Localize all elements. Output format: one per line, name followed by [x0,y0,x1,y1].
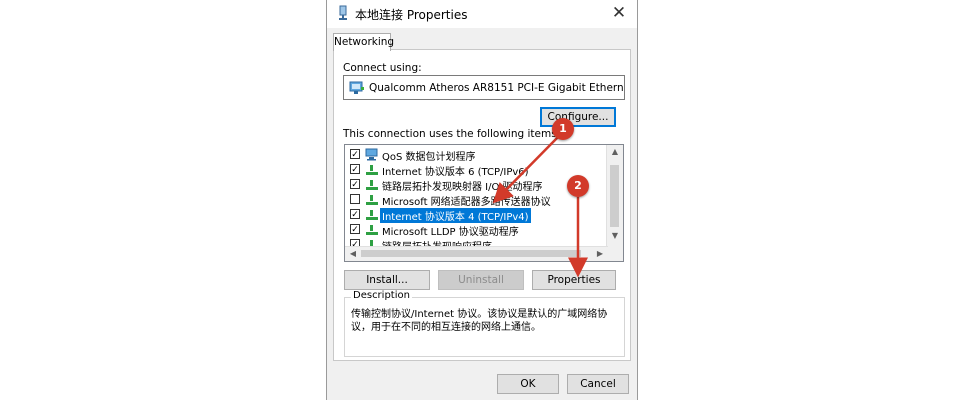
scroll-right-icon[interactable]: ▶ [592,249,608,258]
list-item-selected[interactable]: ✓ Internet 协议版本 4 (TCP/IPv4) [345,207,607,223]
annotation-badge-1: 1 [552,118,574,140]
networking-tab-panel: Connect using: Qualcomm Atheros AR8151 P… [333,49,631,361]
properties-button[interactable]: Properties [532,270,616,290]
vertical-scroll-thumb[interactable] [610,165,619,227]
list-item[interactable]: Microsoft 网络适配器多路传送器协议 [345,192,607,208]
protocol-icon [366,195,378,205]
items-label: This connection uses the following items… [343,128,561,140]
horizontal-scrollbar[interactable]: ◀ ▶ [345,246,608,261]
scroll-down-icon[interactable]: ▼ [607,231,623,240]
scroll-up-icon[interactable]: ▲ [607,147,623,156]
protocol-icon [366,225,378,235]
item-checkbox[interactable]: ✓ [350,209,360,220]
list-item[interactable]: ✓ Internet 协议版本 6 (TCP/IPv6) [345,162,607,178]
network-card-icon [349,81,364,94]
items-list[interactable]: ✓ QoS 数据包计划程序 ✓ Internet 协议版本 6 (TCP/IPv… [344,144,624,262]
network-adapter-icon [339,5,347,20]
install-button[interactable]: Install... [344,270,430,290]
tab-networking[interactable]: Networking [333,33,394,51]
connect-using-label: Connect using: [343,62,422,74]
item-checkbox[interactable]: ✓ [350,224,360,235]
horizontal-scroll-thumb[interactable] [361,250,581,257]
dialog-title: 本地连接 Properties [355,8,468,22]
item-checkbox[interactable] [350,194,360,204]
properties-dialog: 本地连接 Properties ✕ Networking Connect usi… [326,0,638,400]
item-label: QoS 数据包计划程序 [382,152,476,163]
list-item[interactable]: ✓ QoS 数据包计划程序 [345,147,607,163]
item-label: Microsoft 网络适配器多路传送器协议 [382,197,551,208]
cancel-button[interactable]: Cancel [567,374,629,394]
protocol-icon [366,210,378,220]
item-label: Microsoft LLDP 协议驱动程序 [382,227,519,238]
list-item[interactable]: ✓ Microsoft LLDP 协议驱动程序 [345,222,607,238]
item-label: 链路层拓扑发现映射器 I/O 驱动程序 [382,182,543,193]
configure-button[interactable]: Configure... [540,107,616,127]
item-checkbox[interactable]: ✓ [350,149,360,160]
protocol-icon [366,180,378,190]
close-button[interactable]: ✕ [607,2,631,24]
description-legend: Description [351,290,412,301]
item-checkbox[interactable]: ✓ [350,179,360,190]
ok-button[interactable]: OK [497,374,559,394]
adapter-field: Qualcomm Atheros AR8151 PCI-E Gigabit Et… [343,75,625,100]
item-label: Internet 协议版本 4 (TCP/IPv4) [380,208,531,223]
annotation-badge-2: 2 [567,175,589,197]
adapter-name: Qualcomm Atheros AR8151 PCI-E Gigabit Et… [369,82,624,94]
description-text: 传输控制协议/Internet 协议。该协议是默认的广域网络协议，用于在不同的相… [351,309,608,333]
qos-icon [365,148,378,161]
scroll-left-icon[interactable]: ◀ [345,249,361,258]
item-label: Internet 协议版本 6 (TCP/IPv6) [382,167,529,178]
description-group: Description 传输控制协议/Internet 协议。该协议是默认的广域… [344,290,625,357]
uninstall-button: Uninstall [438,270,524,290]
title-bar: 本地连接 Properties ✕ [327,0,637,28]
vertical-scrollbar[interactable]: ▲ ▼ [606,145,623,261]
protocol-icon [366,165,378,175]
item-checkbox[interactable]: ✓ [350,164,360,175]
